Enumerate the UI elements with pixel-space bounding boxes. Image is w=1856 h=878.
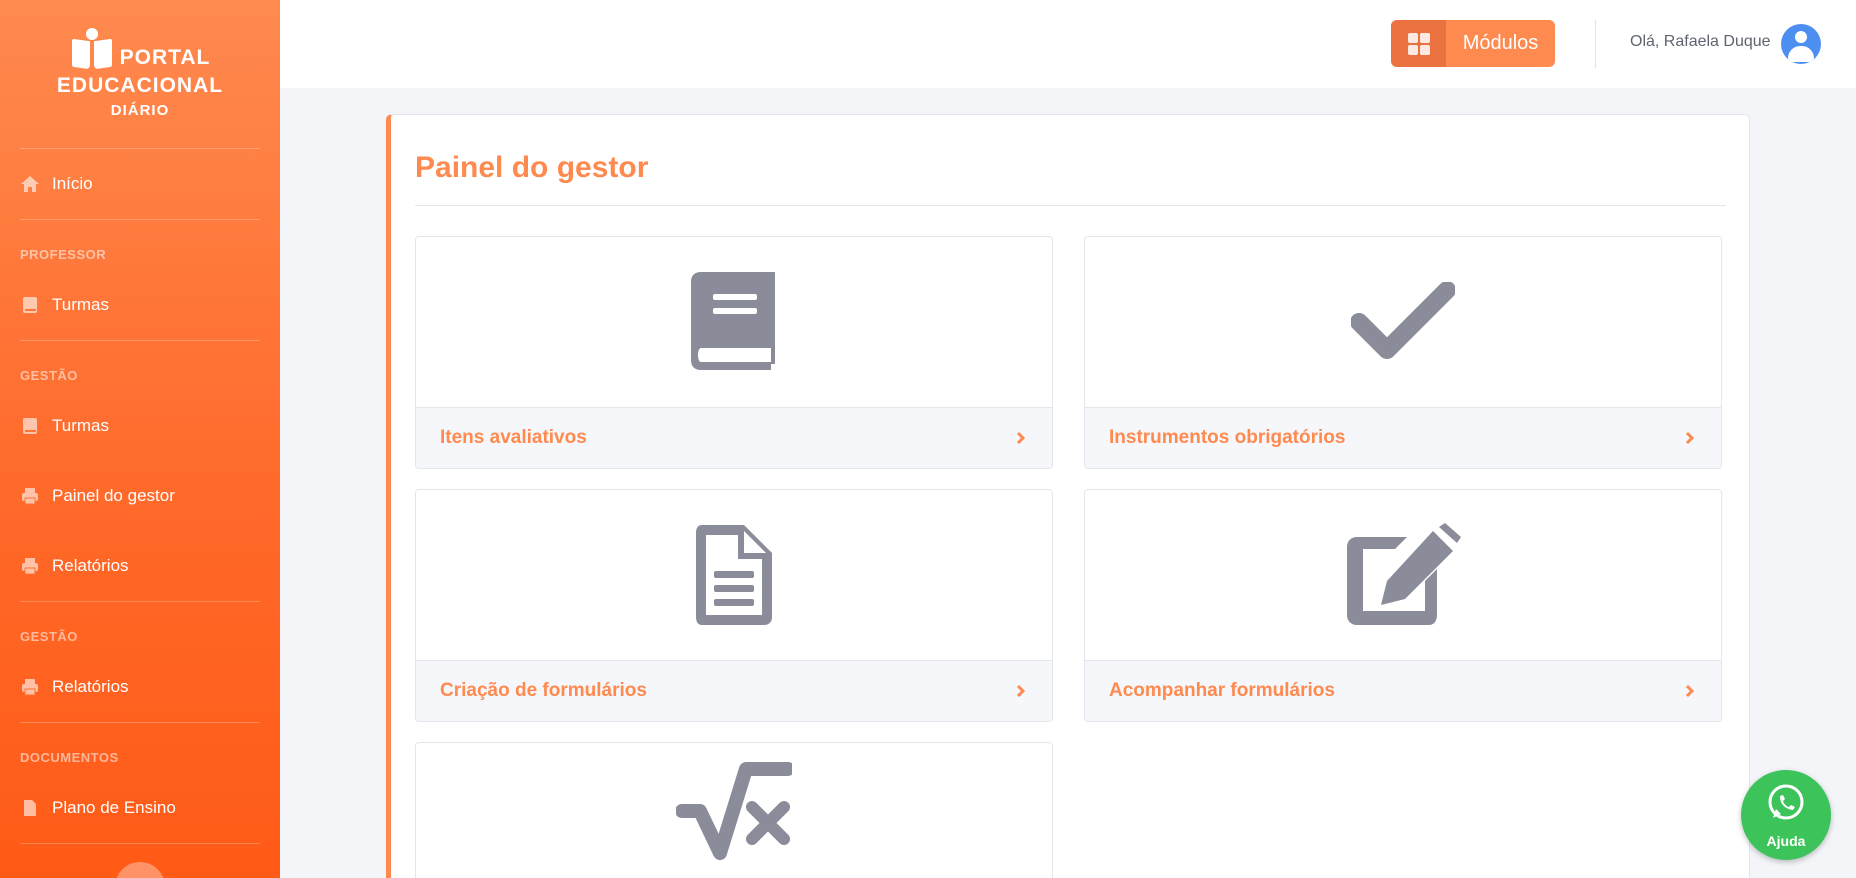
sidebar-section-gestao-2: GESTÃO bbox=[20, 629, 78, 644]
sidebar-item-inicio[interactable]: Início bbox=[0, 149, 280, 219]
sidebar-item-label: Plano de Ensino bbox=[52, 798, 176, 817]
brand-line-1: PORTAL bbox=[119, 46, 211, 69]
sidebar-item-turmas-gestao[interactable]: Turmas bbox=[0, 391, 280, 461]
book-icon bbox=[20, 295, 40, 315]
sidebar-divider bbox=[20, 843, 260, 844]
sidebar-toggle-button[interactable] bbox=[115, 862, 165, 878]
chevron-right-icon bbox=[1683, 431, 1697, 445]
home-icon bbox=[20, 174, 40, 194]
card-instrumentos-obrigatorios[interactable]: Instrumentos obrigatórios bbox=[1084, 236, 1722, 469]
square-root-icon bbox=[416, 743, 1052, 878]
page-title: Painel do gestor bbox=[415, 151, 649, 184]
chevron-right-icon bbox=[1014, 684, 1028, 698]
user-greeting[interactable]: Olá, Rafaela Duque bbox=[1630, 33, 1771, 51]
card-label: Itens avaliativos bbox=[440, 427, 587, 448]
topbar-divider bbox=[1595, 20, 1596, 68]
modules-button[interactable]: Módulos bbox=[1391, 20, 1555, 67]
printer-icon bbox=[20, 677, 40, 697]
check-icon bbox=[1085, 237, 1721, 407]
chevron-right-icon bbox=[1014, 431, 1028, 445]
main-panel: Painel do gestor Itens avaliativos Instr… bbox=[386, 114, 1750, 878]
book-icon bbox=[20, 416, 40, 436]
sidebar-item-label: Painel do gestor bbox=[52, 486, 175, 505]
user-avatar-icon[interactable] bbox=[1781, 24, 1821, 64]
card-calculos[interactable] bbox=[415, 742, 1053, 878]
card-footer: Acompanhar formulários bbox=[1085, 660, 1721, 721]
sidebar-item-relatorios[interactable]: Relatórios bbox=[0, 531, 280, 601]
sidebar-item-label: Turmas bbox=[52, 416, 109, 435]
book-icon bbox=[416, 237, 1052, 407]
sidebar-section-gestao: GESTÃO bbox=[20, 368, 78, 383]
sidebar-item-relatorios-2[interactable]: Relatórios bbox=[0, 652, 280, 722]
help-button[interactable]: Ajuda bbox=[1741, 770, 1831, 860]
sidebar-item-label: Relatórios bbox=[52, 556, 129, 575]
sidebar-section-documentos: DOCUMENTOS bbox=[20, 750, 119, 765]
title-divider bbox=[415, 205, 1726, 206]
whatsapp-icon bbox=[1765, 782, 1807, 829]
topbar: Módulos Olá, Rafaela Duque bbox=[280, 0, 1856, 88]
card-footer: Instrumentos obrigatórios bbox=[1085, 407, 1721, 468]
brand-logo[interactable]: PORTAL EDUCACIONAL DIÁRIO bbox=[0, 0, 280, 148]
sidebar: PORTAL EDUCACIONAL DIÁRIO Início PROFESS… bbox=[0, 0, 280, 878]
brand-line-3: DIÁRIO bbox=[110, 102, 170, 119]
help-label: Ajuda bbox=[1766, 832, 1806, 849]
sidebar-item-label: Relatórios bbox=[52, 677, 129, 696]
sidebar-item-label: Turmas bbox=[52, 295, 109, 314]
card-itens-avaliativos[interactable]: Itens avaliativos bbox=[415, 236, 1053, 469]
sidebar-item-turmas-professor[interactable]: Turmas bbox=[0, 270, 280, 340]
grid-icon bbox=[1391, 20, 1446, 67]
book-person-icon bbox=[70, 28, 114, 70]
file-icon bbox=[20, 798, 40, 818]
edit-icon bbox=[1085, 490, 1721, 660]
card-label: Instrumentos obrigatórios bbox=[1109, 427, 1346, 448]
printer-icon bbox=[20, 486, 40, 506]
card-acompanhar-formularios[interactable]: Acompanhar formulários bbox=[1084, 489, 1722, 722]
chevron-right-icon bbox=[1683, 684, 1697, 698]
file-text-icon bbox=[416, 490, 1052, 660]
sidebar-item-painel-do-gestor[interactable]: Painel do gestor bbox=[0, 461, 280, 531]
sidebar-section-professor: PROFESSOR bbox=[20, 247, 107, 262]
card-footer: Itens avaliativos bbox=[416, 407, 1052, 468]
card-criacao-de-formularios[interactable]: Criação de formulários bbox=[415, 489, 1053, 722]
modules-label: Módulos bbox=[1462, 32, 1539, 54]
printer-icon bbox=[20, 556, 40, 576]
card-label: Acompanhar formulários bbox=[1109, 680, 1335, 701]
card-label: Criação de formulários bbox=[440, 680, 647, 701]
brand-line-2: EDUCACIONAL bbox=[56, 74, 224, 97]
sidebar-item-label: Início bbox=[52, 174, 93, 193]
card-footer: Criação de formulários bbox=[416, 660, 1052, 721]
sidebar-item-plano-de-ensino[interactable]: Plano de Ensino bbox=[0, 773, 280, 843]
